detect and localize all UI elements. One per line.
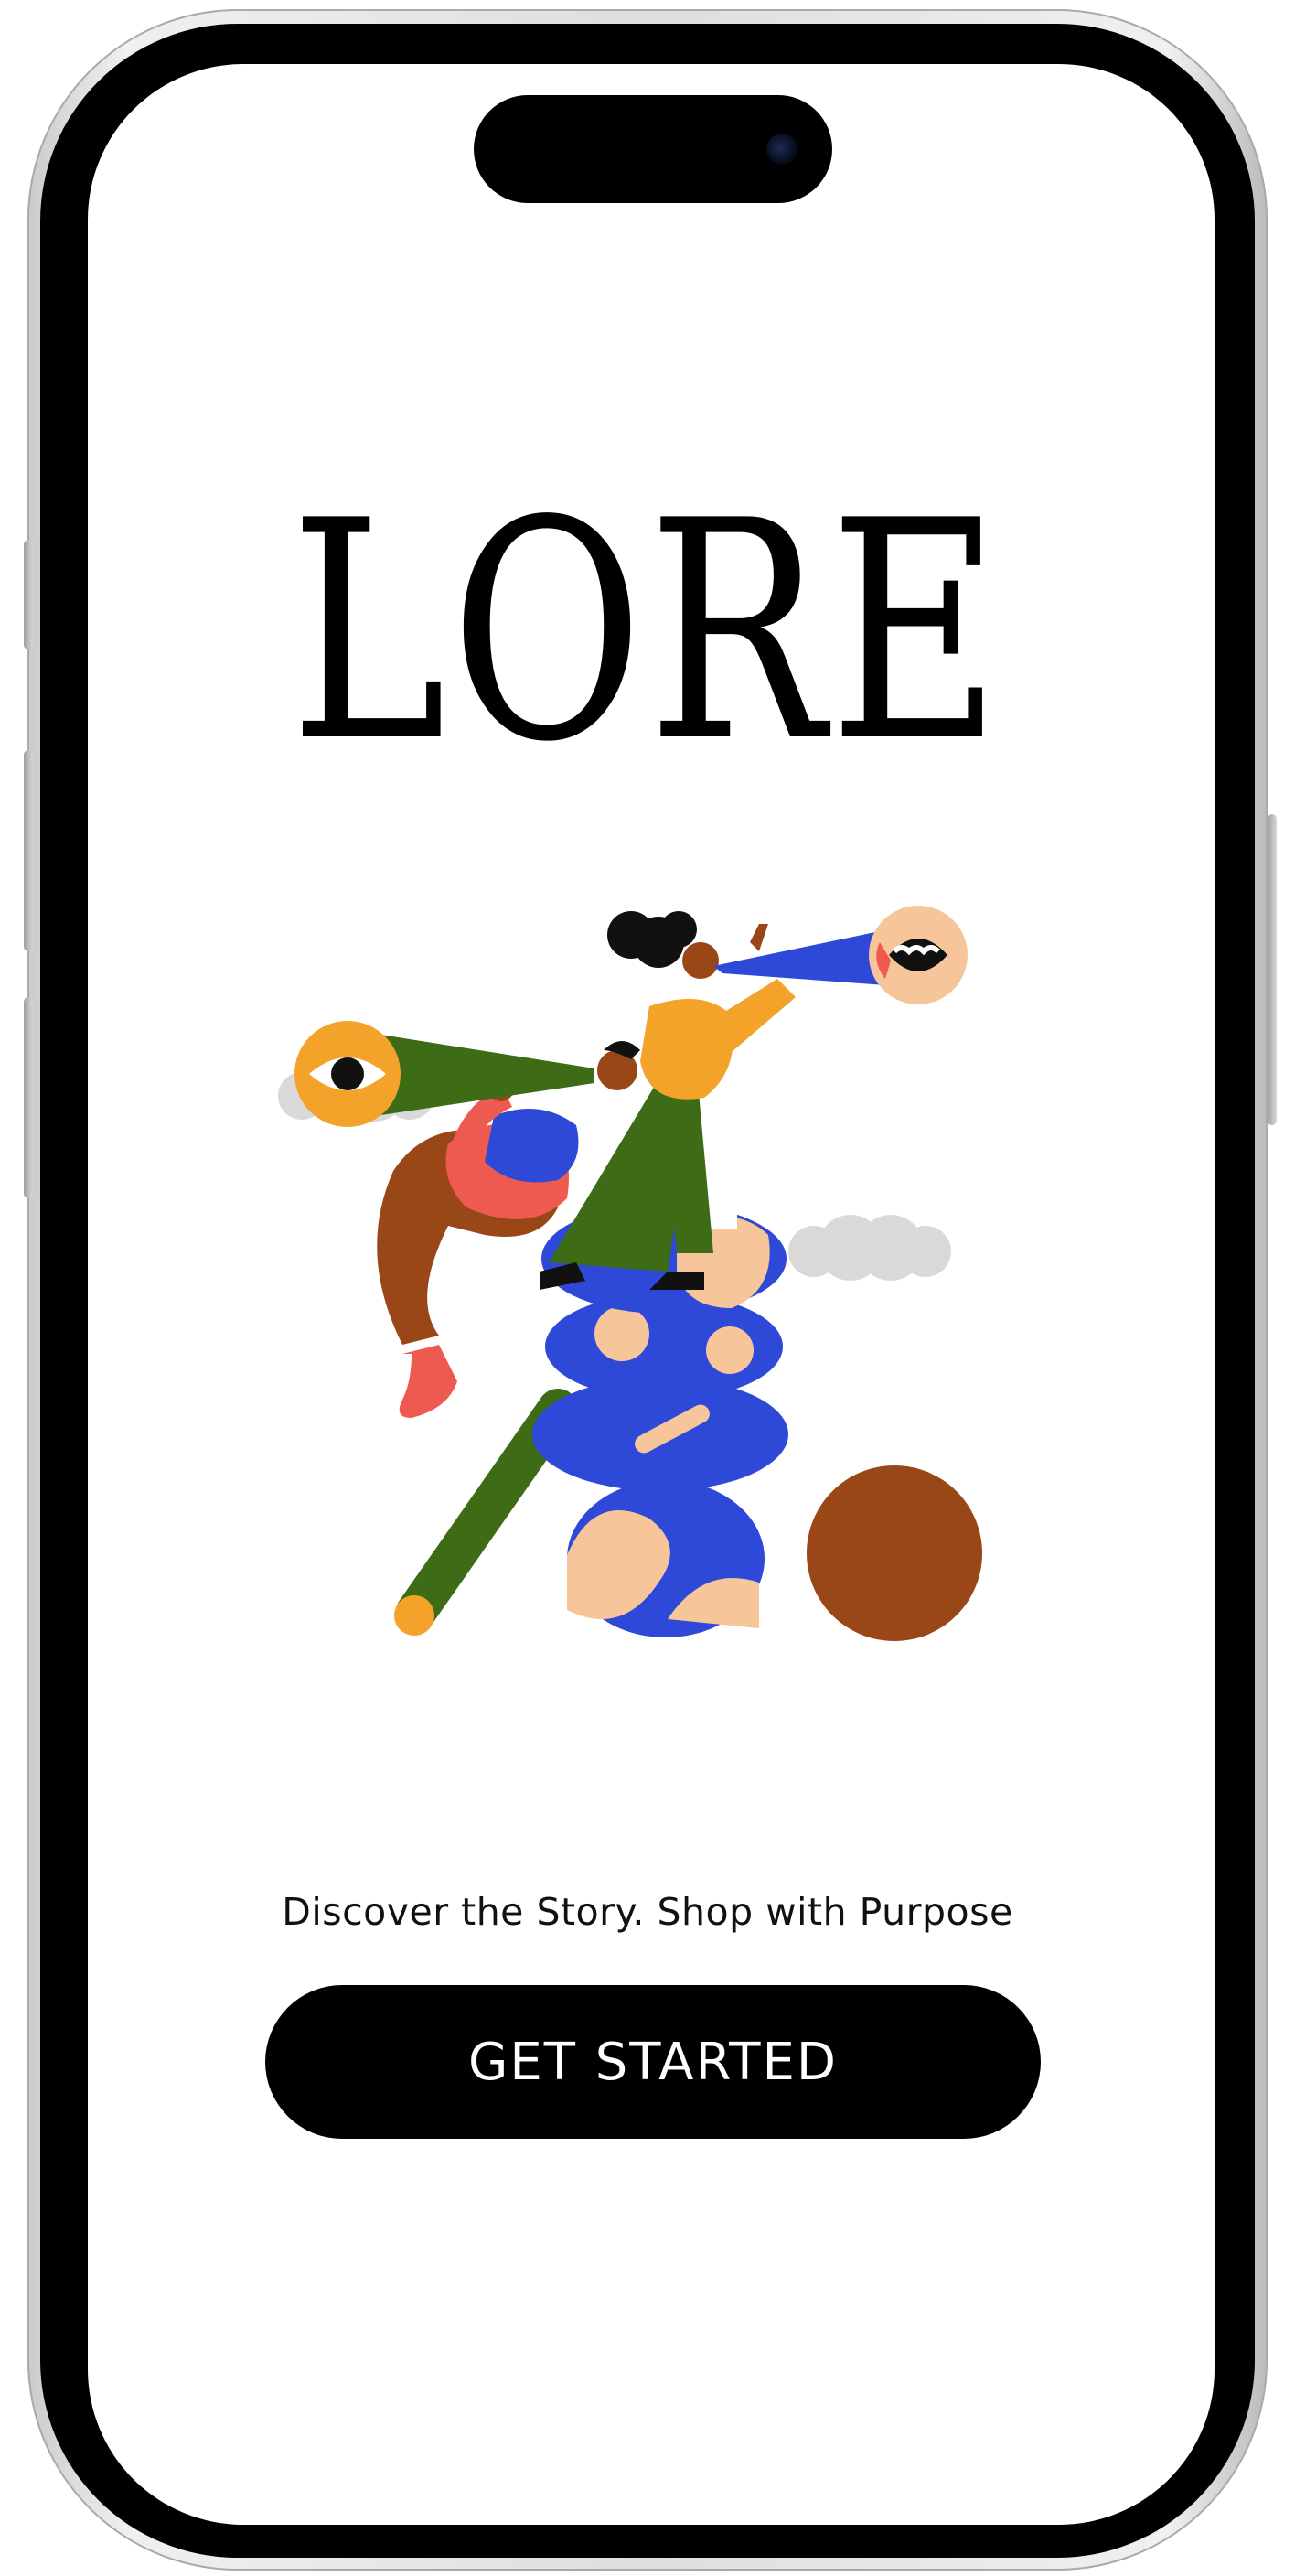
silent-switch <box>24 540 33 649</box>
right-telescope <box>713 906 968 1004</box>
dynamic-island <box>474 95 832 203</box>
tagline: Discover the Story. Shop with Purpose <box>282 1890 1013 1934</box>
cloud-right <box>788 1215 951 1281</box>
get-started-button[interactable]: GET STARTED <box>265 1985 1041 2139</box>
hero-illustration <box>278 906 982 1641</box>
volume-down-button <box>24 997 33 1198</box>
power-button <box>1268 814 1277 1125</box>
left-telescope <box>294 1021 594 1127</box>
staff <box>394 1389 578 1636</box>
volume-up-button <box>24 750 33 951</box>
brown-ball <box>807 1465 982 1641</box>
front-camera-icon <box>766 134 797 165</box>
